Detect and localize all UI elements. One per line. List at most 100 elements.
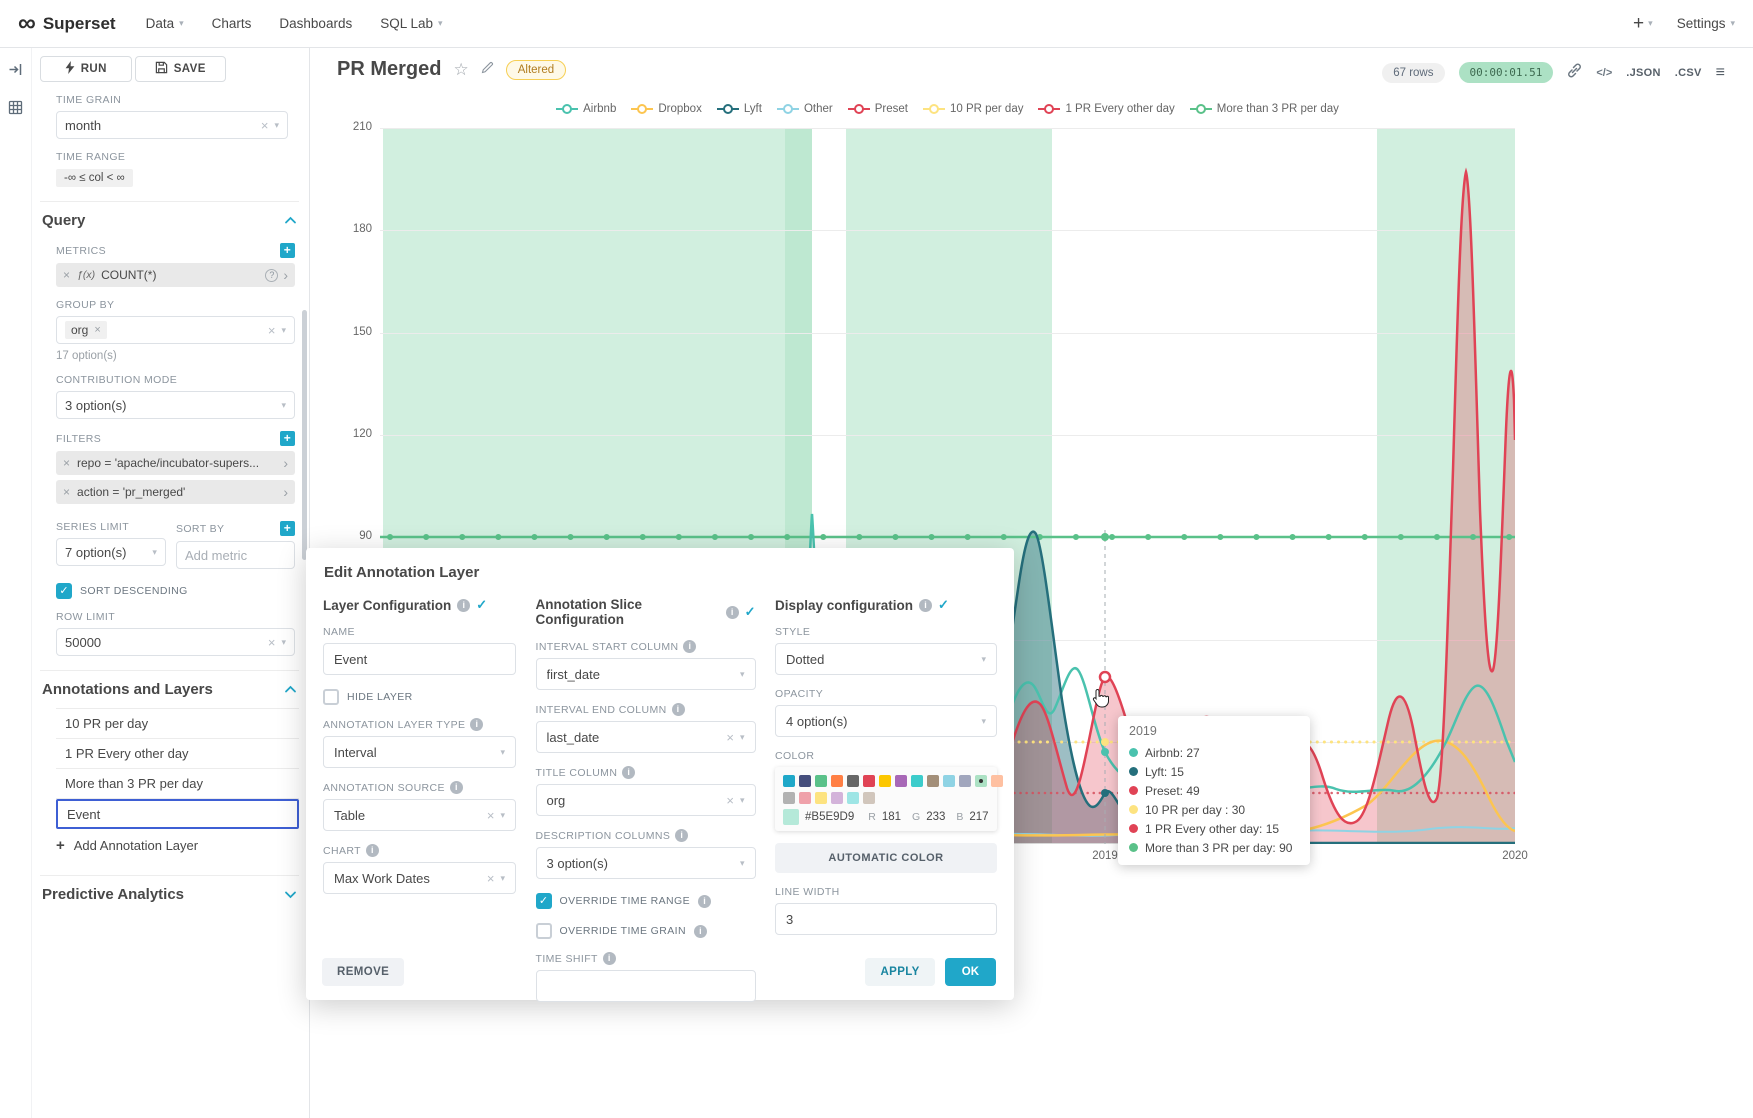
- info-icon[interactable]: i: [622, 766, 635, 779]
- section-annotations[interactable]: Annotations and Layers: [40, 670, 299, 700]
- filter-chip[interactable]: × repo = 'apache/incubator-supers... ›: [56, 451, 295, 475]
- remove-button[interactable]: REMOVE: [322, 958, 404, 986]
- collapse-panel-icon[interactable]: [8, 62, 23, 82]
- group-by-select[interactable]: org× × ▾: [56, 316, 295, 344]
- color-swatch[interactable]: [863, 775, 875, 787]
- settings-menu[interactable]: Settings▾: [1677, 16, 1735, 31]
- sort-by-select[interactable]: Add metric: [176, 541, 295, 569]
- info-icon[interactable]: i: [675, 829, 688, 842]
- legend-item[interactable]: Preset: [848, 103, 908, 115]
- color-swatch[interactable]: [943, 775, 955, 787]
- color-swatch-selected[interactable]: [975, 775, 987, 787]
- favorite-star-icon[interactable]: ☆: [453, 60, 468, 80]
- share-link-icon[interactable]: [1567, 63, 1582, 83]
- annotation-layer-type-select[interactable]: Interval ▾: [323, 736, 516, 768]
- help-icon[interactable]: ?: [265, 269, 278, 282]
- nav-item-charts[interactable]: Charts: [212, 16, 252, 31]
- clear-icon[interactable]: ×: [726, 793, 734, 808]
- color-swatch[interactable]: [863, 792, 875, 804]
- red-value[interactable]: 181: [882, 811, 901, 823]
- info-icon[interactable]: i: [457, 599, 470, 612]
- annotation-layer-item[interactable]: 10 PR per day: [56, 709, 299, 739]
- info-icon[interactable]: i: [919, 599, 932, 612]
- color-swatch[interactable]: [783, 792, 795, 804]
- datasource-grid-icon[interactable]: [8, 100, 23, 120]
- view-query-icon[interactable]: </>: [1596, 67, 1612, 79]
- legend-item[interactable]: Airbnb: [556, 103, 616, 115]
- filter-chip[interactable]: × action = 'pr_merged' ›: [56, 480, 295, 504]
- clear-icon[interactable]: ×: [487, 808, 495, 823]
- color-swatch[interactable]: [815, 792, 827, 804]
- annotation-layer-item[interactable]: More than 3 PR per day: [56, 769, 299, 799]
- color-swatch[interactable]: [783, 775, 795, 787]
- clear-icon[interactable]: ×: [261, 118, 269, 133]
- hex-value[interactable]: #B5E9D9: [805, 811, 854, 823]
- opacity-select[interactable]: 4 option(s) ▾: [775, 705, 997, 737]
- nav-item-dashboards[interactable]: Dashboards: [279, 16, 352, 31]
- clear-icon[interactable]: ×: [268, 323, 276, 338]
- remove-icon[interactable]: ×: [63, 485, 70, 499]
- annotation-source-select[interactable]: Table × ▾: [323, 799, 516, 831]
- superset-logo[interactable]: ∞ Superset: [18, 11, 116, 36]
- color-swatch[interactable]: [847, 775, 859, 787]
- clear-icon[interactable]: ×: [487, 871, 495, 886]
- automatic-color-button[interactable]: AUTOMATIC COLOR: [775, 843, 997, 873]
- color-swatch[interactable]: [831, 775, 843, 787]
- menu-icon[interactable]: ≡: [1716, 64, 1725, 82]
- title-column-select[interactable]: org × ▾: [536, 784, 756, 816]
- row-limit-select[interactable]: 50000 × ▾: [56, 628, 295, 656]
- add-filter-button[interactable]: +: [280, 431, 295, 446]
- color-swatch[interactable]: [799, 792, 811, 804]
- info-icon[interactable]: i: [694, 925, 707, 938]
- remove-icon[interactable]: ×: [63, 456, 70, 470]
- color-swatch[interactable]: [847, 792, 859, 804]
- add-metric-button[interactable]: +: [280, 243, 295, 258]
- remove-tag-icon[interactable]: ×: [94, 324, 100, 336]
- override-time-range-checkbox[interactable]: ✓ OVERRIDE TIME RANGE i: [536, 893, 756, 909]
- apply-button[interactable]: APPLY: [865, 958, 934, 986]
- clear-icon[interactable]: ×: [268, 635, 276, 650]
- nav-item-data[interactable]: Data▾: [146, 16, 184, 31]
- remove-icon[interactable]: ×: [63, 268, 70, 282]
- nav-item-sqllab[interactable]: SQL Lab▾: [380, 16, 442, 31]
- altered-badge[interactable]: Altered: [506, 60, 566, 80]
- run-button[interactable]: RUN: [40, 56, 132, 82]
- color-swatch[interactable]: [991, 775, 1003, 787]
- color-swatch[interactable]: [879, 775, 891, 787]
- info-icon[interactable]: i: [470, 718, 483, 731]
- color-swatch[interactable]: [799, 775, 811, 787]
- legend-item[interactable]: 10 PR per day: [923, 103, 1024, 115]
- green-value[interactable]: 233: [926, 811, 945, 823]
- interval-start-select[interactable]: first_date ▾: [536, 658, 756, 690]
- sort-descending-checkbox[interactable]: ✓ SORT DESCENDING: [56, 583, 295, 599]
- chart-select[interactable]: Max Work Dates × ▾: [323, 862, 516, 894]
- group-by-tag[interactable]: org×: [65, 321, 107, 339]
- color-swatch[interactable]: [815, 775, 827, 787]
- annotation-layer-item-selected[interactable]: Event: [56, 799, 299, 829]
- annotation-layer-item[interactable]: 1 PR Every other day: [56, 739, 299, 769]
- description-columns-select[interactable]: 3 option(s) ▾: [536, 847, 756, 879]
- info-icon[interactable]: i: [683, 640, 696, 653]
- legend-item[interactable]: 1 PR Every other day: [1038, 103, 1174, 115]
- legend-item[interactable]: Lyft: [717, 103, 762, 115]
- info-icon[interactable]: i: [450, 781, 463, 794]
- section-predictive[interactable]: Predictive Analytics: [40, 875, 299, 905]
- ok-button[interactable]: OK: [945, 958, 996, 986]
- new-item-button[interactable]: +▾: [1633, 13, 1653, 35]
- hide-layer-checkbox[interactable]: HIDE LAYER: [323, 689, 516, 705]
- time-grain-select[interactable]: month × ▾: [56, 111, 288, 139]
- info-icon[interactable]: i: [698, 895, 711, 908]
- legend-item[interactable]: Dropbox: [631, 103, 701, 115]
- blue-value[interactable]: 217: [969, 811, 988, 823]
- add-annotation-layer-button[interactable]: + Add Annotation Layer: [56, 829, 299, 861]
- color-swatch[interactable]: [831, 792, 843, 804]
- panel-scrollbar[interactable]: [302, 310, 307, 560]
- color-swatch[interactable]: [895, 775, 907, 787]
- info-icon[interactable]: i: [726, 606, 739, 619]
- color-swatch[interactable]: [927, 775, 939, 787]
- color-swatch[interactable]: [959, 775, 971, 787]
- info-icon[interactable]: i: [366, 844, 379, 857]
- metric-chip[interactable]: × ƒ(x) COUNT(*) ? ›: [56, 263, 295, 287]
- info-icon[interactable]: i: [672, 703, 685, 716]
- add-sort-metric-button[interactable]: +: [280, 521, 295, 536]
